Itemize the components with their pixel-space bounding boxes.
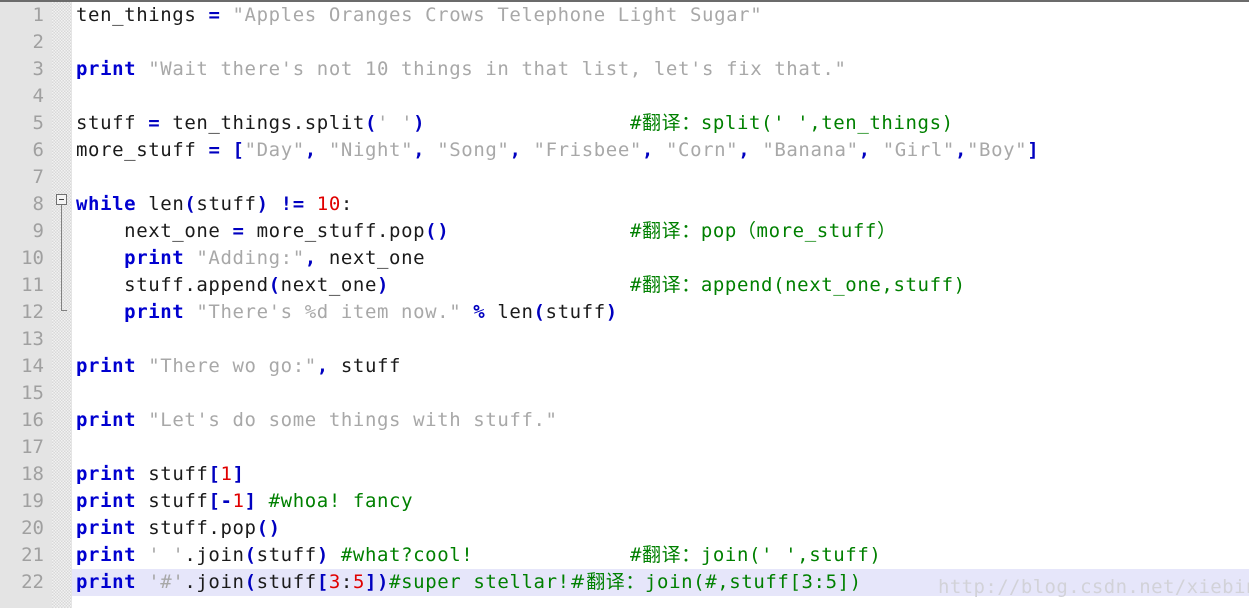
code-line-11[interactable]: 11 stuff.append(next_one) #翻译：append(nex… (0, 272, 1249, 299)
code-text-9: next_one = more_stuff.pop() (76, 220, 450, 242)
line-number-18: 18 (21, 463, 44, 485)
line-number-22: 22 (21, 571, 44, 593)
code-line-12[interactable]: 12 print "There's %d item now." % len(st… (0, 299, 1249, 326)
translation-comment-9: #翻译：pop（more_stuff） (630, 220, 897, 242)
fold-guide-line (61, 205, 62, 310)
code-editor[interactable]: 1 ten_things = "Apples Oranges Crows Tel… (0, 0, 1249, 608)
line-number-15: 15 (21, 382, 44, 404)
line-number-8: 8 (32, 193, 44, 215)
translation-comment-11: #翻译：append(next_one,stuff) (630, 274, 966, 296)
code-line-6[interactable]: 6 more_stuff = ["Day", "Night", "Song", … (0, 137, 1249, 164)
code-lines: 1 ten_things = "Apples Oranges Crows Tel… (0, 2, 1249, 596)
code-line-9[interactable]: 9 next_one = more_stuff.pop() #翻译：pop（mo… (0, 218, 1249, 245)
code-line-8[interactable]: 8 while len(stuff) != 10: (0, 191, 1249, 218)
code-line-20[interactable]: 20 print stuff.pop() (0, 515, 1249, 542)
code-text-11: stuff.append(next_one) (76, 274, 390, 296)
code-line-4[interactable]: 4 (0, 83, 1249, 110)
code-line-22[interactable]: 22 print '#'.join(stuff[3:5])#super stel… (0, 569, 1249, 596)
code-line-3[interactable]: 3 print "Wait there's not 10 things in t… (0, 56, 1249, 83)
translation-comment-21: #翻译：join(' ',stuff) (630, 544, 882, 566)
line-number-3: 3 (32, 58, 44, 80)
code-line-13[interactable]: 13 (0, 326, 1249, 353)
code-text-8: while len(stuff) != 10: (76, 193, 353, 215)
code-line-10[interactable]: 10 print "Adding:", next_one (0, 245, 1249, 272)
code-text-5: stuff = ten_things.split(' ') (76, 112, 426, 134)
line-number-14: 14 (21, 355, 44, 377)
code-text-12: print "There's %d item now." % len(stuff… (124, 301, 618, 323)
code-line-2[interactable]: 2 (0, 29, 1249, 56)
code-line-1[interactable]: 1 ten_things = "Apples Oranges Crows Tel… (0, 2, 1249, 29)
line-number-4: 4 (32, 85, 44, 107)
line-number-6: 6 (32, 139, 44, 161)
code-line-16[interactable]: 16 print "Let's do some things with stuf… (0, 407, 1249, 434)
code-text-1: ten_things = "Apples Oranges Crows Telep… (76, 4, 763, 26)
line-number-20: 20 (21, 517, 44, 539)
code-text-3: print "Wait there's not 10 things in tha… (76, 58, 847, 80)
line-number-11: 11 (21, 274, 44, 296)
line-number-21: 21 (21, 544, 44, 566)
line-number-2: 2 (32, 31, 44, 53)
code-text-20: print stuff.pop() (76, 517, 281, 539)
translation-comment-5: #翻译：split(' ',ten_things) (630, 112, 954, 134)
line-number-17: 17 (21, 436, 44, 458)
line-number-5: 5 (32, 112, 44, 134)
line-number-16: 16 (21, 409, 44, 431)
code-text-21: print ' '.join(stuff) #what?cool! (76, 544, 474, 566)
code-text-19: print stuff[-1] #whoa! fancy (76, 490, 414, 512)
code-line-5[interactable]: 5 stuff = ten_things.split(' ') #翻译：spli… (0, 110, 1249, 137)
code-line-21[interactable]: 21 print ' '.join(stuff) #what?cool! #翻译… (0, 542, 1249, 569)
line-number-10: 10 (21, 247, 44, 269)
code-line-17[interactable]: 17 (0, 434, 1249, 461)
code-text-6: more_stuff = ["Day", "Night", "Song", "F… (76, 139, 1040, 161)
code-line-7[interactable]: 7 (0, 164, 1249, 191)
line-number-12: 12 (21, 301, 44, 323)
code-text-16: print "Let's do some things with stuff." (76, 409, 558, 431)
code-line-18[interactable]: 18 print stuff[1] (0, 461, 1249, 488)
code-text-10: print "Adding:", next_one (124, 247, 426, 269)
line-number-19: 19 (21, 490, 44, 512)
code-text-22: print '#'.join(stuff[3:5])#super stellar… (76, 571, 862, 593)
line-number-13: 13 (21, 328, 44, 350)
fold-end-marker (61, 310, 67, 311)
code-text-18: print stuff[1] (76, 463, 245, 485)
code-text-14: print "There wo go:", stuff (76, 355, 402, 377)
code-line-14[interactable]: 14 print "There wo go:", stuff (0, 353, 1249, 380)
line-number-1: 1 (32, 4, 44, 26)
fold-toggle-icon[interactable] (56, 194, 67, 205)
line-number-7: 7 (32, 166, 44, 188)
code-line-15[interactable]: 15 (0, 380, 1249, 407)
code-line-19[interactable]: 19 print stuff[-1] #whoa! fancy (0, 488, 1249, 515)
line-number-9: 9 (32, 220, 44, 242)
